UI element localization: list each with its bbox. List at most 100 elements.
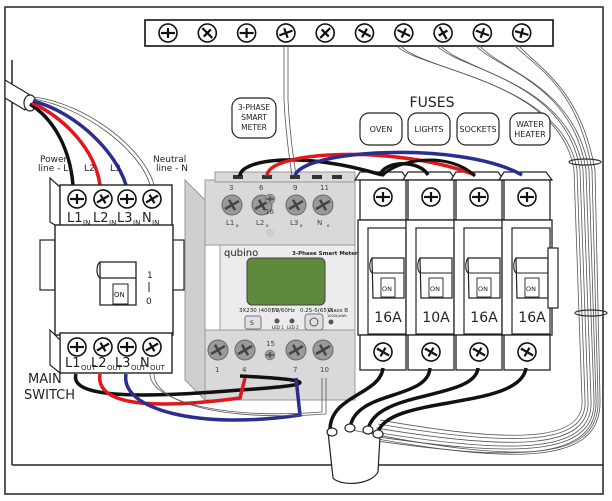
fuse-rating: 16A: [470, 310, 498, 326]
bar-screw-icon[interactable]: [236, 22, 257, 44]
label-l3: L3: [110, 164, 121, 174]
svg-text:IN: IN: [152, 219, 159, 227]
meter-brand-logo: qubino: [224, 248, 258, 259]
fuse-rating: 10A: [422, 310, 450, 326]
svg-text:L1: L1: [65, 356, 81, 371]
fuse-toggle[interactable]: ON: [513, 257, 549, 299]
meter-frequency: 50/60Hz: [272, 308, 295, 314]
svg-text:9: 9: [293, 184, 297, 192]
callout-line-2: SMART: [241, 113, 267, 122]
svg-text:ON: ON: [382, 285, 392, 293]
svg-text:N: N: [142, 211, 152, 226]
meter-rotate-button[interactable]: [304, 313, 324, 331]
meter-led-1: [274, 318, 280, 324]
fuse-rating: 16A: [374, 310, 402, 326]
switch-on-label: ON: [114, 291, 125, 299]
svg-text:N: N: [140, 356, 150, 371]
svg-text:WATER: WATER: [516, 120, 544, 129]
svg-text:HEATER: HEATER: [514, 130, 546, 139]
fuse-breaker-oven: ON 16A: [353, 171, 410, 371]
terminal-out-screw-icon[interactable]: [116, 336, 138, 358]
svg-text:L2: L2: [93, 211, 109, 226]
switch-handle[interactable]: ON: [96, 261, 137, 306]
fuse-callout-sockets: SOCKETS: [456, 112, 500, 146]
svg-text:IN: IN: [109, 219, 116, 227]
svg-text:ON: ON: [478, 285, 488, 293]
svg-text:L1: L1: [226, 219, 234, 227]
fuse-top-screw-icon[interactable]: [420, 186, 442, 208]
label-neutral-2: line - N: [156, 164, 188, 174]
svg-text:L1: L1: [67, 211, 83, 226]
svg-text:LIGHTS: LIGHTS: [415, 125, 444, 134]
fuses-title: FUSES: [410, 95, 455, 111]
svg-text:15: 15: [266, 340, 275, 348]
meter-s-button-label: S: [250, 320, 254, 327]
fuse-breaker-lights: ON 10A: [401, 171, 458, 371]
neutral-terminal-bar: [144, 19, 554, 47]
svg-text:L3: L3: [115, 356, 131, 371]
din-rail: [547, 247, 559, 309]
svg-text:OVEN: OVEN: [370, 125, 393, 134]
meter-led-3: [328, 319, 334, 325]
fuse-callout-water: WATERHEATER: [509, 112, 551, 146]
svg-text:IN: IN: [83, 219, 90, 227]
svg-text:ON: ON: [526, 285, 536, 293]
meter-led-2: [289, 318, 295, 324]
smart-meter-callout: 3-PHASE SMART METER: [231, 97, 277, 139]
meter-small-screw-icon[interactable]: [264, 349, 276, 361]
fuse-callout-lights: LIGHTS: [407, 112, 451, 146]
svg-text:SOCKETS: SOCKETS: [459, 125, 496, 134]
terminal-out-screw-icon[interactable]: [66, 336, 88, 358]
svg-text:ON: ON: [430, 285, 440, 293]
outgoing-wires: [328, 367, 528, 433]
svg-text:6: 6: [259, 184, 264, 192]
svg-text:N: N: [317, 219, 322, 227]
fuse-top-screw-icon[interactable]: [372, 186, 394, 208]
meter-led-2-label: LED 2: [287, 325, 299, 330]
meter-indicator: [266, 229, 274, 237]
fuse-toggle[interactable]: ON: [417, 257, 453, 299]
callout-line-3: METER: [241, 123, 267, 132]
meter-impulses: 1000L/kWh: [327, 314, 347, 318]
fuse-top-screw-icon[interactable]: [516, 186, 538, 208]
fuse-toggle[interactable]: ON: [465, 257, 501, 299]
fuse-toggle[interactable]: ON: [369, 257, 405, 299]
fuse-breaker-sockets: ON 16A: [449, 171, 506, 371]
callout-line-1: 3-PHASE: [238, 103, 271, 112]
svg-text:11: 11: [320, 184, 329, 192]
meter-lcd-display: [246, 257, 326, 306]
label-power-line-2: line - L1: [38, 164, 74, 174]
fuse-callout-oven: OVEN: [359, 112, 403, 146]
svg-text:7: 7: [293, 366, 297, 374]
svg-text:L3: L3: [117, 211, 133, 226]
svg-text:IN: IN: [133, 219, 140, 227]
cable-conduit: [326, 423, 384, 484]
svg-text:1: 1: [215, 366, 219, 374]
svg-text:OUT: OUT: [150, 364, 166, 372]
svg-text:3: 3: [229, 184, 233, 192]
terminal-in-screw-icon[interactable]: [116, 188, 138, 210]
meter-small-screw-icon[interactable]: [264, 193, 276, 205]
fuse-rating: 16A: [518, 310, 546, 326]
fuse-breaker-water: ON 16A: [497, 171, 554, 371]
svg-text:L2: L2: [256, 219, 264, 227]
svg-text:L2: L2: [91, 356, 107, 371]
meter-model: 3-Phase Smart Meter: [292, 251, 358, 257]
svg-text:16: 16: [265, 208, 274, 216]
fuse-top-screw-icon[interactable]: [468, 186, 490, 208]
meter-led-1-label: LED 1: [272, 325, 284, 330]
diagram-canvas: Power line - L1 L2 L3 Neutral line - N O…: [4, 6, 608, 495]
switch-position-0: 0: [146, 297, 152, 307]
wiring-diagram: Power line - L1 L2 L3 Neutral line - N O…: [0, 0, 612, 501]
svg-text:10: 10: [320, 366, 329, 374]
terminal-in-screw-icon[interactable]: [66, 188, 88, 210]
incoming-cable: [4, 78, 155, 186]
label-l2: L2: [84, 164, 95, 174]
meter-s-button[interactable]: S: [244, 315, 262, 330]
svg-text:L3: L3: [290, 219, 298, 227]
bar-screw-icon[interactable]: [157, 22, 179, 44]
svg-text:4: 4: [242, 366, 247, 374]
main-switch-label-2: SWITCH: [24, 388, 75, 403]
switch-position-1: 1: [147, 271, 153, 281]
main-switch-label-1: MAIN: [28, 372, 62, 387]
